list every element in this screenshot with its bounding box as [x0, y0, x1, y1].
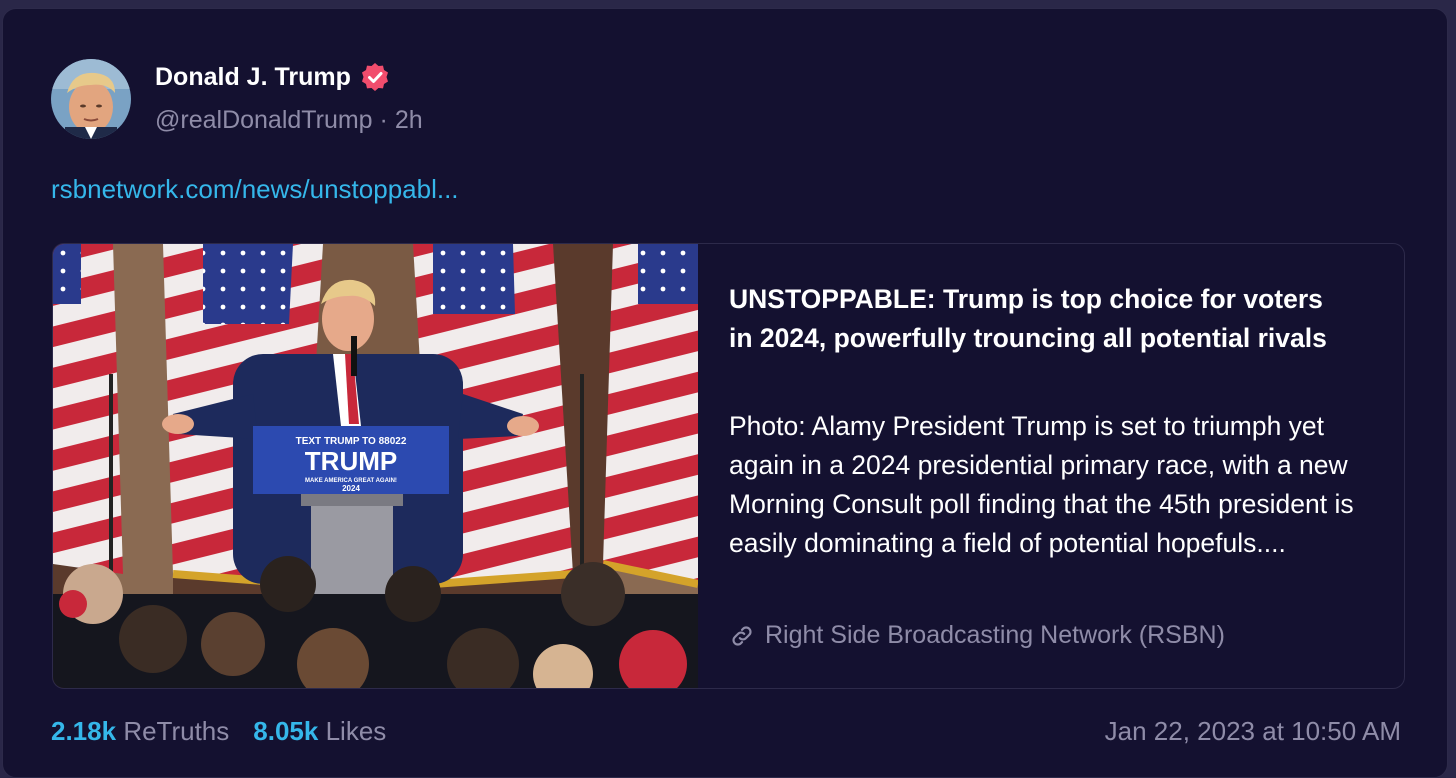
link-icon	[729, 623, 755, 649]
link-preview-title[interactable]: UNSTOPPABLE: Trump is top choice for vot…	[729, 280, 1339, 358]
post-link[interactable]: rsbnetwork.com/news/unstoppabl...	[51, 174, 459, 205]
author-meta: @realDonaldTrump · 2h	[155, 106, 423, 135]
link-preview-card[interactable]: TEXT TRUMP TO 88022 TRUMP MAKE AMERICA G…	[52, 243, 1405, 689]
author-name[interactable]: Donald J. Trump	[155, 63, 351, 92]
post-timestamp: Jan 22, 2023 at 10:50 AM	[1104, 716, 1401, 746]
author-name-row[interactable]: Donald J. Trump	[155, 61, 391, 93]
post-card: Donald J. Trump @realDonaldTrump · 2h rs…	[2, 8, 1448, 778]
link-preview-source-name: Right Side Broadcasting Network (RSBN)	[765, 621, 1225, 649]
likes-stat[interactable]: 8.05k Likes	[253, 716, 386, 747]
retruths-label: ReTruths	[123, 716, 230, 746]
meta-separator: ·	[379, 106, 388, 134]
link-preview-source[interactable]: Right Side Broadcasting Network (RSBN)	[729, 621, 1225, 650]
avatar[interactable]	[51, 59, 131, 139]
podium-text-name: TRUMP	[305, 446, 397, 476]
author-handle[interactable]: @realDonaldTrump	[155, 106, 373, 134]
likes-count: 8.05k	[253, 716, 319, 746]
retruths-count: 2.18k	[51, 716, 117, 746]
likes-label: Likes	[325, 716, 387, 746]
link-preview-description: Photo: Alamy President Trump is set to t…	[729, 411, 1354, 558]
podium-text-year: 2024	[342, 484, 360, 493]
verified-badge-icon	[359, 61, 391, 93]
post-time-ago[interactable]: 2h	[395, 106, 423, 134]
post-stats: 2.18k ReTruths 8.05k Likes	[51, 716, 410, 747]
retruths-stat[interactable]: 2.18k ReTruths	[51, 716, 229, 747]
link-preview-image: TEXT TRUMP TO 88022 TRUMP MAKE AMERICA G…	[53, 244, 698, 688]
